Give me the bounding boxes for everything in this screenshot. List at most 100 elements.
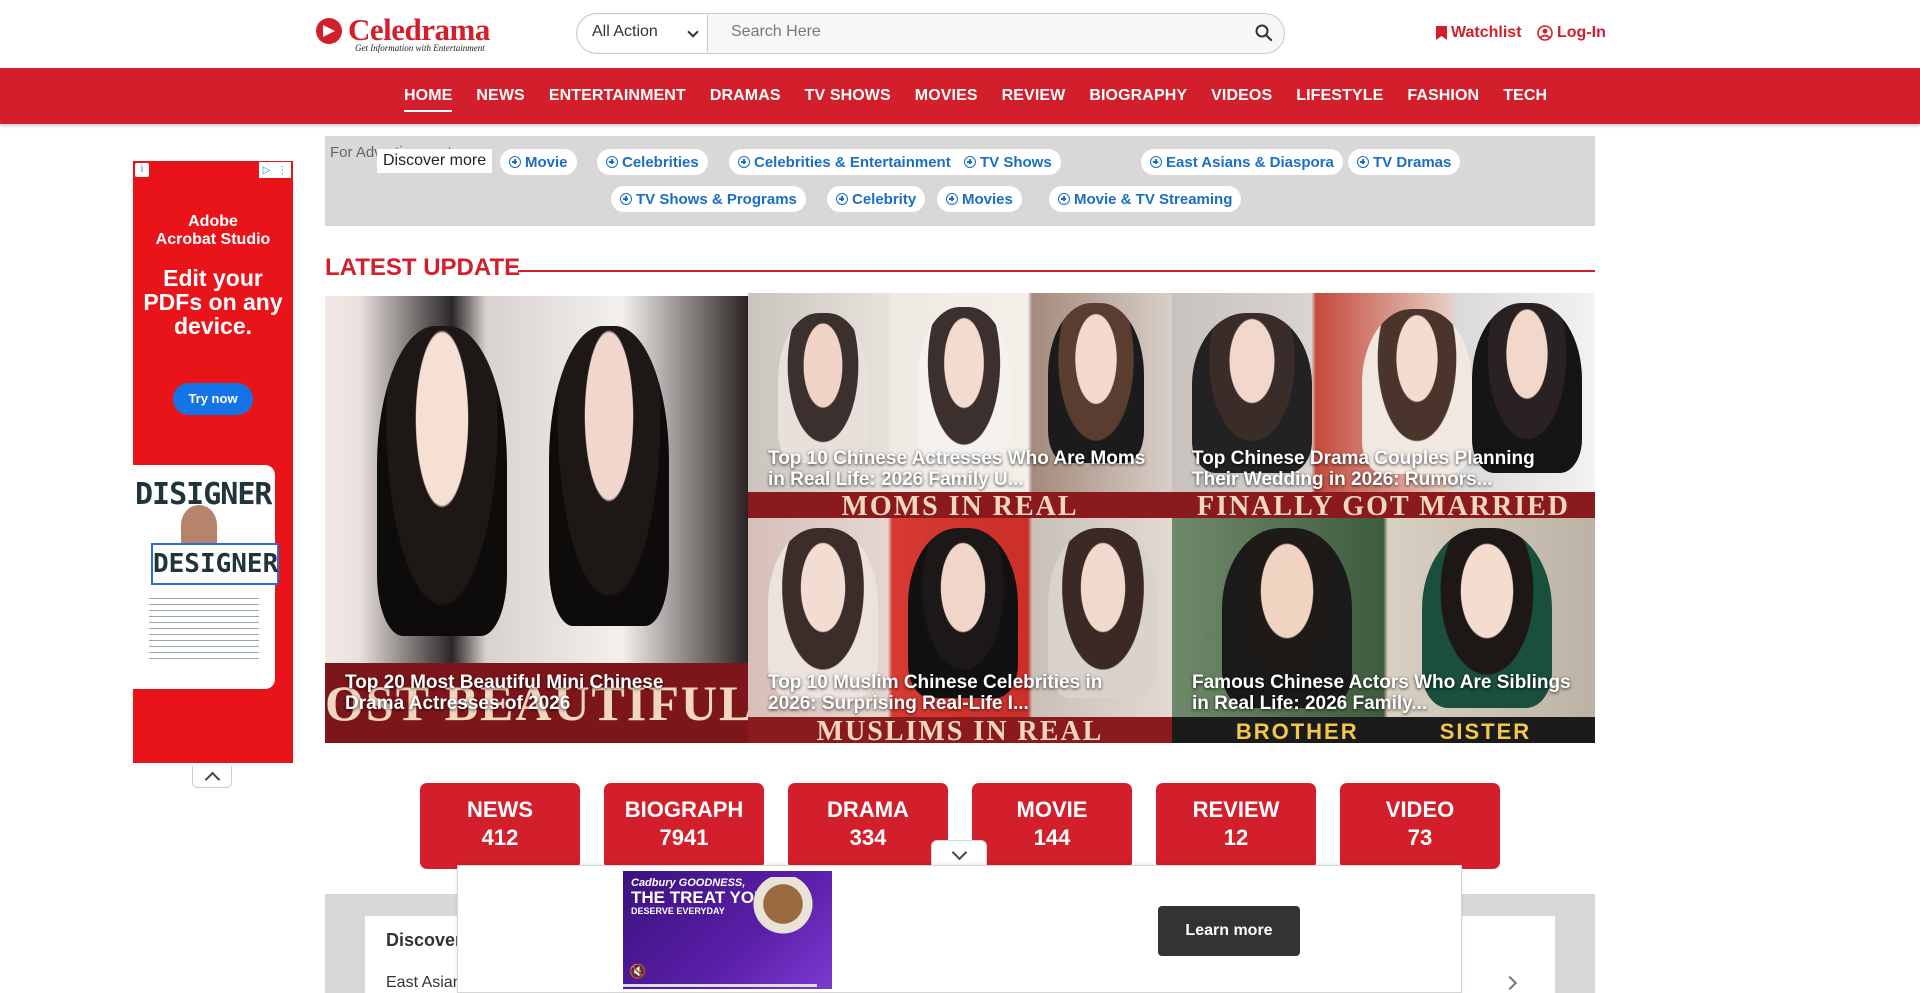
ad-card-photo (181, 505, 217, 545)
search-category-value: All Action (592, 23, 658, 40)
search-bar: All Action Search Here (576, 13, 1285, 54)
topic-pill-label: TV Shows & Programs (636, 190, 797, 208)
plus-circle-icon (946, 193, 958, 205)
tile-banner: FINALLY GOT MARRIED (1172, 492, 1595, 518)
tile-portrait (1048, 303, 1144, 463)
ad-video-progress (623, 984, 817, 987)
nav-item-dramas[interactable]: DRAMAS (710, 83, 781, 109)
counter-label: NEWS (467, 797, 533, 822)
counter-label: MOVIE (1016, 797, 1088, 822)
watchlist-link[interactable]: Watchlist (1436, 24, 1522, 42)
site-logo[interactable]: Celedrama Get Information with Entertain… (314, 12, 514, 56)
counter-drama[interactable]: DRAMA 334 (788, 783, 948, 869)
counter-biograph[interactable]: BIOGRAPH 7941 (604, 783, 764, 869)
article-tile[interactable]: MOMS IN REAL Top 10 Chinese Actresses Wh… (748, 293, 1172, 518)
article-tile[interactable]: MUSLIMS IN REAL Top 10 Muslim Chinese Ce… (748, 518, 1172, 743)
nav-item-movies[interactable]: MOVIES (915, 83, 978, 109)
mute-icon[interactable]: 🔇 (629, 963, 649, 983)
counter-label: BIOGRAPH (624, 797, 744, 822)
latest-update-title: LATEST UPDATE (325, 254, 521, 281)
tile-caption: Top Chinese Drama Couples Planning Their… (1192, 448, 1535, 490)
main-nav: HOME NEWS ENTERTAINMENT DRAMAS TV SHOWS MOVIE… (0, 68, 1920, 124)
logo-mark-icon (316, 18, 342, 44)
discover-more-chip[interactable]: Discover more (377, 149, 493, 173)
ad-info-icon[interactable]: i (135, 163, 149, 177)
chevron-down-icon (687, 26, 699, 38)
nav-item-tv-shows[interactable]: TV SHOWS (805, 83, 891, 109)
left-side-ad[interactable]: i ▷ ⋮ Adobe Acrobat Studio Edit your PDFs… (133, 161, 293, 763)
nav-item-home[interactable]: HOME (404, 83, 453, 112)
topic-pill[interactable]: Movie & TV Streaming (1049, 186, 1242, 212)
search-category-select[interactable]: All Action (578, 15, 708, 52)
sticky-bottom-ad[interactable]: Cadbury GOODNESS, THE TREAT YOU DESERVE … (457, 865, 1462, 993)
topic-pill[interactable]: Movie (500, 149, 577, 175)
topic-pill[interactable]: Movies (937, 186, 1022, 212)
topic-pill[interactable]: Celebrities (597, 149, 708, 175)
tile-banner: BROTHER SISTER (1172, 717, 1595, 743)
counter-value: 12 (1223, 825, 1249, 850)
tile-portrait (549, 326, 669, 626)
user-circle-icon (1537, 25, 1553, 41)
nav-item-lifestyle[interactable]: LIFESTYLE (1296, 83, 1383, 109)
tile-caption: Famous Chinese Actors Who Are Siblings i… (1192, 672, 1571, 714)
topic-pill-label: Celebrities (622, 153, 699, 171)
article-tile[interactable]: FINALLY GOT MARRIED Top Chinese Drama Co… (1172, 293, 1595, 518)
ad-collapse-button[interactable] (192, 766, 232, 788)
nav-item-biography[interactable]: BIOGRAPHY (1089, 83, 1187, 109)
plus-circle-icon (1058, 193, 1070, 205)
section-divider (518, 270, 1595, 272)
nav-item-entertainment[interactable]: ENTERTAINMENT (549, 83, 686, 109)
ad-try-button[interactable]: Try now (173, 383, 253, 415)
learn-more-button[interactable]: Learn more (1158, 906, 1300, 956)
counter-video[interactable]: VIDEO 73 (1340, 783, 1500, 869)
counter-movie[interactable]: MOVIE 144 (972, 783, 1132, 869)
sticky-ad-toggle[interactable] (931, 840, 987, 867)
nav-item-fashion[interactable]: FASHION (1407, 83, 1479, 109)
search-input[interactable]: Search Here (731, 23, 1211, 41)
topic-pill[interactable]: TV Dramas (1348, 149, 1461, 175)
plus-circle-icon (964, 156, 976, 168)
nav-item-review[interactable]: REVIEW (1002, 83, 1066, 109)
search-icon[interactable] (1254, 23, 1274, 43)
login-label: Log-In (1557, 24, 1606, 41)
nav-item-tech[interactable]: TECH (1503, 83, 1547, 109)
counter-news[interactable]: NEWS 412 (420, 783, 580, 869)
plus-circle-icon (738, 156, 750, 168)
article-tile[interactable]: BROTHER SISTER Famous Chinese Actors Who… (1172, 518, 1595, 743)
topic-pill-label: TV Shows (980, 153, 1052, 171)
ad-card-text-lines (149, 593, 259, 663)
top-header: Celedrama Get Information with Entertain… (0, 0, 1920, 68)
topic-pill[interactable]: East Asians & Diaspora (1141, 149, 1343, 175)
tile-caption: Top 10 Muslim Chinese Celebrities in 202… (768, 672, 1103, 714)
watchlist-label: Watchlist (1451, 24, 1522, 41)
nav-item-videos[interactable]: VIDEOS (1211, 83, 1272, 109)
logo-tagline: Get Information with Entertainment (355, 43, 485, 53)
topic-pill[interactable]: TV Shows & Programs (611, 186, 806, 212)
tile-portrait (778, 313, 868, 463)
topic-pill-label: Movie (525, 153, 568, 171)
plus-circle-icon (606, 156, 618, 168)
tile-caption: Top 20 Most Beautiful Mini Chinese Drama… (345, 672, 664, 714)
counter-value: 412 (481, 825, 519, 850)
plus-circle-icon (1357, 156, 1369, 168)
nav-item-news[interactable]: NEWS (476, 83, 524, 109)
plus-circle-icon (620, 193, 632, 205)
chevron-right-icon[interactable] (1502, 975, 1518, 991)
topic-pill[interactable]: TV Shows (955, 149, 1061, 175)
ad-creative[interactable]: Cadbury GOODNESS, THE TREAT YOU DESERVE … (623, 871, 832, 989)
topic-pill[interactable]: Celebrity (827, 186, 926, 212)
topic-pill-label: Movies (962, 190, 1013, 208)
counter-label: VIDEO (1385, 797, 1455, 822)
login-link[interactable]: Log-In (1537, 24, 1606, 42)
topic-pill-label: TV Dramas (1373, 153, 1452, 171)
tile-portrait (918, 307, 1010, 467)
counter-review[interactable]: REVIEW 12 (1156, 783, 1316, 869)
counter-label: REVIEW (1192, 797, 1280, 822)
ad-creative-subline: DESERVE EVERYDAY (631, 906, 725, 916)
nav-items: HOME NEWS ENTERTAINMENT DRAMAS TV SHOWS MOVIE… (404, 68, 1547, 124)
article-tile[interactable]: OST BEAUTIFUL Top 20 Most Beautiful Mini… (325, 296, 749, 743)
plus-circle-icon (509, 156, 521, 168)
ad-card-box: DESIGNER (151, 543, 279, 585)
counter-value: 144 (1033, 825, 1071, 850)
ad-choices-icon[interactable]: ▷ ⋮ (259, 162, 291, 178)
